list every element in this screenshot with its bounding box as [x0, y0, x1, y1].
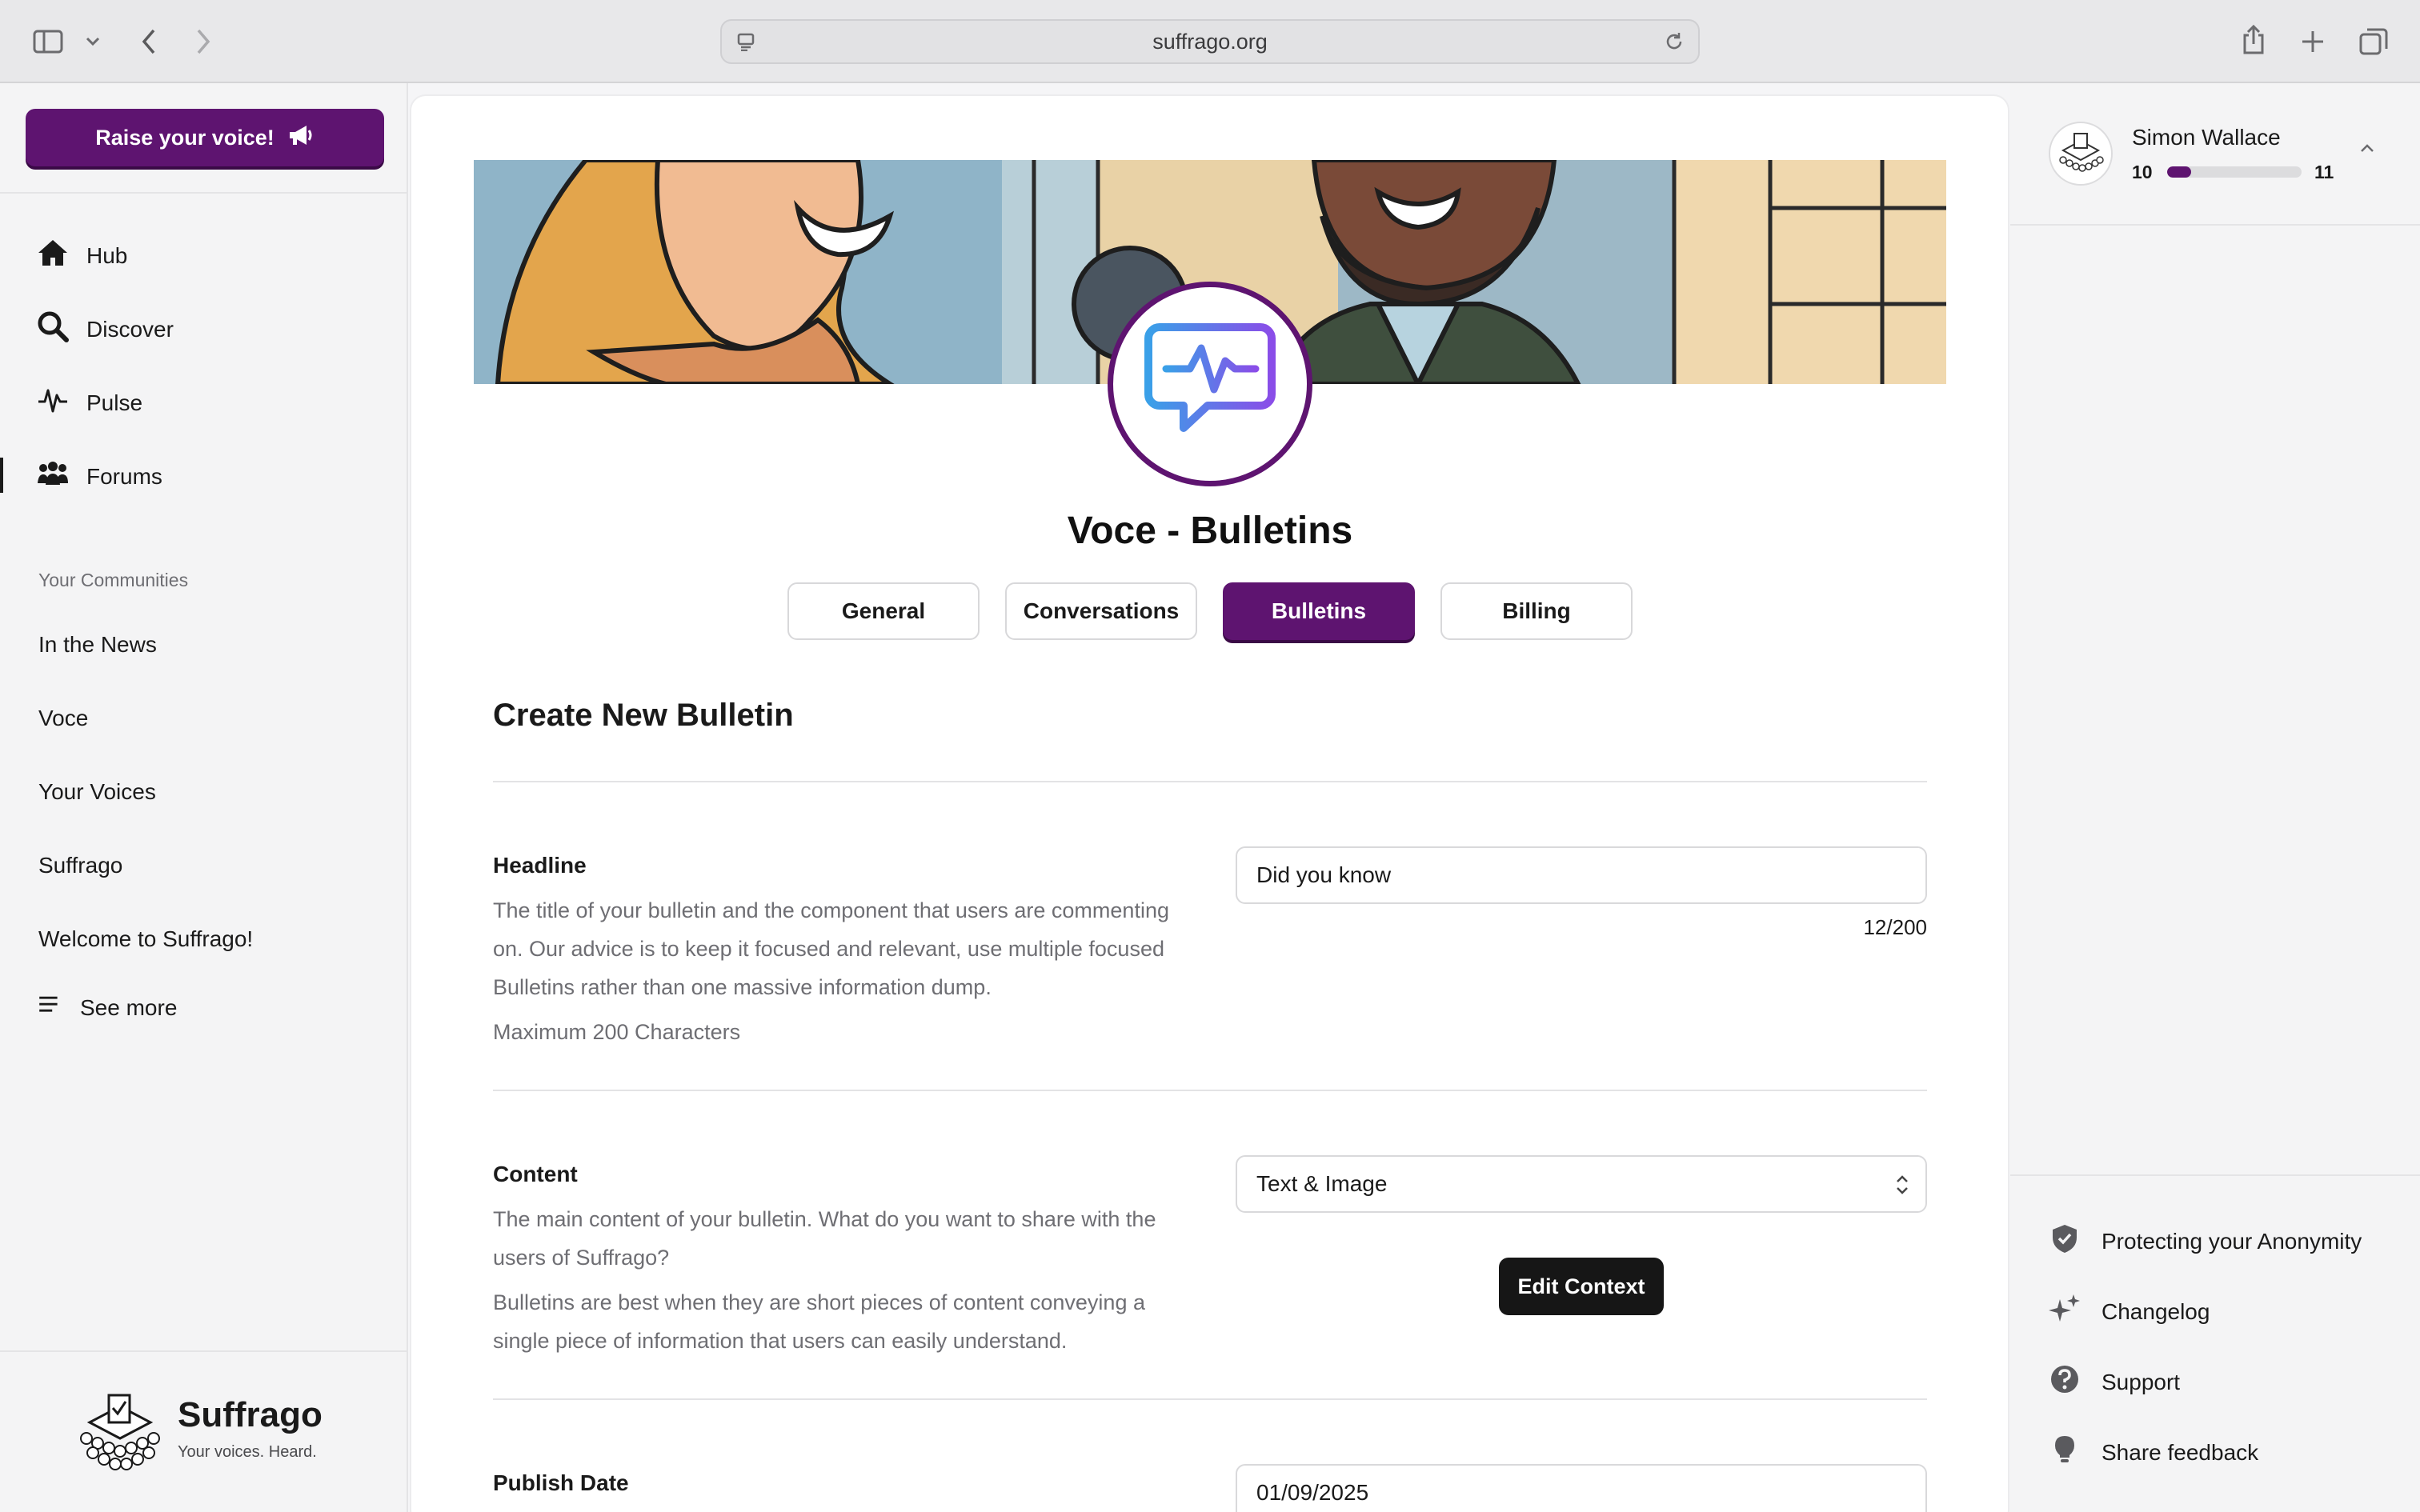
new-tab-icon[interactable]: [2297, 26, 2329, 58]
next-level: 11: [2314, 162, 2334, 182]
home-icon: [37, 237, 69, 274]
publish-date-value: 01/09/2025: [1256, 1480, 1369, 1505]
sparkles-icon: [2049, 1293, 2081, 1330]
brand-tagline: Your voices. Heard.: [178, 1443, 317, 1461]
edit-context-button[interactable]: Edit Context: [1499, 1258, 1664, 1315]
headline-input[interactable]: Did you know: [1236, 846, 1927, 904]
user-name: Simon Wallace: [2132, 125, 2281, 150]
url-text: suffrago.org: [1152, 29, 1268, 54]
raise-voice-label: Raise your voice!: [95, 125, 274, 150]
right-link-label: Protecting your Anonymity: [2101, 1228, 2362, 1254]
shield-check-icon: [2049, 1222, 2081, 1260]
community-avatar: [1108, 282, 1312, 486]
back-icon[interactable]: [134, 24, 163, 59]
headline-label: Headline: [493, 853, 587, 878]
community-item[interactable]: Your Voices: [38, 779, 156, 805]
link-share-feedback[interactable]: Share feedback: [2049, 1434, 2258, 1471]
tab-billing[interactable]: Billing: [1440, 582, 1633, 640]
sidebar-divider: [0, 192, 408, 194]
community-item[interactable]: Welcome to Suffrago!: [38, 926, 253, 952]
link-protecting-anonymity[interactable]: Protecting your Anonymity: [2049, 1222, 2362, 1260]
panel-divider: [2010, 1174, 2420, 1176]
select-chevrons-icon: [1895, 1173, 1909, 1202]
tab-general[interactable]: General: [787, 582, 980, 640]
raise-voice-button[interactable]: Raise your voice!: [26, 109, 384, 166]
community-item[interactable]: In the News: [38, 632, 157, 658]
level-progress-bar: [2167, 166, 2302, 178]
right-link-label: Changelog: [2101, 1298, 2210, 1324]
right-link-label: Share feedback: [2101, 1439, 2259, 1465]
headline-value: Did you know: [1256, 862, 1392, 887]
sidebar-item-hub[interactable]: Hub: [37, 237, 127, 274]
menu-icon: [37, 992, 62, 1023]
headline-hint: Maximum 200 Characters: [493, 1020, 741, 1044]
content-description-2: Bulletins are best when they are short p…: [493, 1290, 1145, 1353]
current-level: 10: [2132, 162, 2153, 182]
users-icon: [37, 458, 69, 495]
content-type-select[interactable]: Text & Image: [1236, 1155, 1927, 1213]
communities-heading: Your Communities: [38, 570, 189, 590]
sidebar-item-discover[interactable]: Discover: [37, 310, 174, 348]
sidebar-footer-divider: [0, 1350, 408, 1352]
sidebar-item-label: Hub: [86, 242, 128, 268]
section-divider: [493, 1090, 1927, 1091]
right-link-label: Support: [2101, 1369, 2181, 1394]
sidebar-item-pulse[interactable]: Pulse: [37, 384, 142, 422]
see-more-label: See more: [80, 994, 178, 1020]
share-icon[interactable]: [2238, 22, 2270, 58]
tab-conversations[interactable]: Conversations: [1005, 582, 1197, 640]
content-description: The main content of your bulletin. What …: [493, 1207, 1156, 1270]
section-divider: [493, 781, 1927, 782]
sidebar-item-forums[interactable]: Forums: [37, 458, 162, 495]
pulse-icon: [37, 384, 69, 422]
suffrago-logo-icon[interactable]: [74, 1392, 166, 1475]
link-support[interactable]: Support: [2049, 1363, 2180, 1401]
tab-overview-icon[interactable]: [2358, 26, 2390, 58]
ballot-box-icon: [2059, 133, 2104, 172]
panel-divider: [2010, 224, 2420, 226]
tab-bulletins[interactable]: Bulletins: [1223, 582, 1415, 640]
reload-icon[interactable]: [1663, 30, 1685, 53]
section-divider: [493, 1398, 1927, 1400]
lightbulb-icon: [2049, 1434, 2081, 1471]
content-label: Content: [493, 1162, 578, 1186]
chevron-up-icon[interactable]: [2359, 142, 2378, 158]
character-counter: 12/200: [1863, 915, 1927, 939]
community-item[interactable]: Voce: [38, 706, 88, 731]
megaphone-icon: [287, 123, 315, 153]
brand-name: Suffrago: [178, 1395, 323, 1434]
forward-icon[interactable]: [189, 24, 218, 59]
link-changelog[interactable]: Changelog: [2049, 1293, 2210, 1330]
address-bar[interactable]: suffrago.org: [720, 19, 1700, 64]
avatar[interactable]: [2049, 122, 2113, 186]
sidebar-item-label: Pulse: [86, 390, 143, 415]
form-heading: Create New Bulletin: [493, 698, 794, 733]
content-type-value: Text & Image: [1256, 1171, 1388, 1196]
active-indicator: [0, 458, 3, 493]
browser-toolbar: suffrago.org: [0, 0, 2420, 83]
level-progress-fill: [2167, 166, 2192, 178]
headline-description: The title of your bulletin and the compo…: [493, 898, 1169, 999]
sidebar-item-label: Discover: [86, 316, 174, 342]
community-item[interactable]: Suffrago: [38, 853, 122, 878]
page-settings-icon[interactable]: [735, 30, 757, 53]
page-title: Voce - Bulletins: [1067, 510, 1353, 552]
sidebar-toggle-icon[interactable]: [30, 26, 66, 58]
chevron-down-icon[interactable]: [82, 29, 104, 54]
pulse-chat-icon: [1144, 323, 1276, 432]
publish-date-input[interactable]: 01/09/2025: [1236, 1464, 1927, 1512]
publish-date-label: Publish Date: [493, 1470, 629, 1495]
help-circle-icon: [2049, 1363, 2081, 1401]
sidebar-item-label: Forums: [86, 463, 162, 489]
see-more-button[interactable]: See more: [37, 992, 177, 1023]
search-icon: [37, 310, 69, 348]
